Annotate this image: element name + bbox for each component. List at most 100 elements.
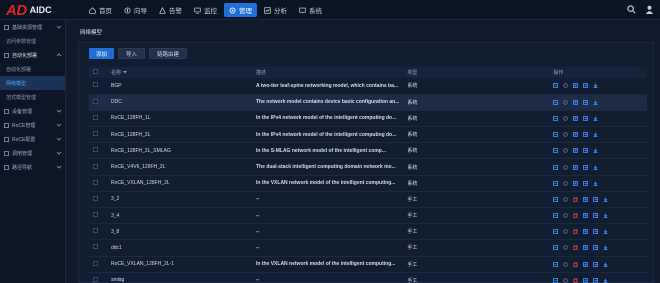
table-row[interactable]: RoCE_128FH_2L_SMLAG In the S-MLAG network… — [89, 142, 647, 160]
detail-icon[interactable] — [553, 164, 559, 170]
settings-icon[interactable] — [563, 278, 569, 283]
export-icon[interactable] — [583, 164, 589, 170]
copy-icon[interactable] — [573, 148, 579, 154]
table-row[interactable]: DDC The network model contains device bas… — [89, 94, 647, 111]
detail-icon[interactable] — [553, 132, 559, 138]
download-icon[interactable] — [603, 229, 608, 235]
delete-icon[interactable] — [573, 213, 578, 219]
export-icon[interactable] — [593, 229, 599, 235]
delete-icon[interactable] — [573, 197, 578, 202]
table-row[interactable]: RoCE_VXLAN_128FH_2L-1 In the VXLAN networ… — [89, 256, 647, 273]
add-button[interactable]: 添加 — [89, 48, 115, 59]
copy-icon[interactable] — [583, 277, 589, 283]
nav-item-2[interactable]: 告警 — [154, 3, 187, 17]
row-checkbox[interactable] — [93, 82, 98, 88]
export-icon[interactable] — [593, 245, 599, 251]
copy-icon[interactable] — [573, 164, 579, 170]
sidebar-item-4[interactable]: 网络模型 — [0, 76, 65, 90]
delete-icon[interactable] — [573, 278, 578, 283]
table-row[interactable]: RoCE_V4V6_128FH_2L The dual-stack intelli… — [89, 158, 647, 176]
detail-icon[interactable] — [553, 261, 559, 267]
nav-item-4[interactable]: 管理 — [224, 3, 257, 17]
row-checkbox[interactable] — [93, 195, 98, 201]
sidebar-item-7[interactable]: RoCE管理 — [0, 118, 65, 132]
table-row[interactable]: RoCE_128FH_2L In the IPv4 network model o… — [89, 126, 647, 144]
table-row[interactable]: smlag -- 手工 — [89, 272, 647, 283]
delete-icon[interactable] — [573, 229, 578, 235]
row-select-cell[interactable] — [89, 175, 103, 192]
settings-icon[interactable] — [563, 245, 569, 251]
row-select-cell[interactable] — [89, 142, 103, 160]
export-icon[interactable] — [593, 277, 599, 283]
copy-icon[interactable] — [573, 99, 579, 105]
detail-icon[interactable] — [553, 116, 559, 121]
header-select-all[interactable] — [89, 67, 103, 78]
delete-icon[interactable] — [573, 245, 578, 251]
row-select-cell[interactable] — [89, 223, 103, 241]
row-select-cell[interactable] — [89, 191, 103, 209]
header-name[interactable]: 名称 — [103, 67, 248, 78]
table-row[interactable]: 3_2 -- 手工 — [89, 191, 647, 209]
row-select-cell[interactable] — [89, 126, 103, 144]
nav-item-1[interactable]: 向导 — [119, 3, 152, 17]
settings-icon[interactable] — [563, 83, 569, 89]
sidebar-item-3[interactable]: 自动化部署 — [0, 62, 65, 76]
export-icon[interactable] — [593, 196, 599, 202]
table-row[interactable]: BGP A two-tier leaf-spine networking mode… — [89, 78, 647, 95]
copy-icon[interactable] — [573, 132, 579, 138]
export-icon[interactable] — [593, 261, 599, 267]
row-select-cell[interactable] — [89, 272, 103, 283]
brand-logo[interactable]: AD AIDC — [6, 2, 52, 19]
copy-icon[interactable] — [573, 180, 579, 186]
copy-icon[interactable] — [583, 213, 589, 219]
row-checkbox[interactable] — [93, 260, 98, 266]
download-icon[interactable] — [593, 148, 598, 154]
detail-icon[interactable] — [553, 213, 559, 219]
settings-icon[interactable] — [563, 229, 569, 235]
sidebar-item-0[interactable]: 基础资源管理 — [0, 20, 65, 34]
export-icon[interactable] — [583, 116, 589, 121]
table-row[interactable]: RoCE_128FH_1L In the IPv4 network model o… — [89, 110, 647, 128]
settings-icon[interactable] — [563, 148, 569, 154]
settings-icon[interactable] — [563, 261, 569, 267]
download-icon[interactable] — [593, 132, 598, 138]
lead-button[interactable]: 链路由建 — [149, 48, 188, 59]
detail-icon[interactable] — [553, 245, 559, 251]
download-icon[interactable] — [593, 165, 598, 170]
sidebar-item-8[interactable]: RoCE配置 — [0, 132, 65, 146]
row-select-cell[interactable] — [89, 94, 103, 111]
row-select-cell[interactable] — [89, 158, 103, 176]
sidebar-item-10[interactable]: 路径导航 — [0, 160, 65, 174]
settings-icon[interactable] — [563, 164, 569, 170]
sidebar-item-5[interactable]: 范式模型管理 — [0, 90, 65, 104]
sidebar-item-1[interactable]: 访问参数管理 — [0, 34, 65, 48]
settings-icon[interactable] — [563, 132, 569, 137]
nav-item-0[interactable]: 首页 — [84, 3, 117, 17]
download-icon[interactable] — [593, 181, 598, 186]
settings-icon[interactable] — [563, 100, 569, 105]
export-icon[interactable] — [583, 83, 589, 89]
table-row[interactable]: RoCE_VXLAN_128FH_2L In the VXLAN network … — [89, 175, 647, 192]
detail-icon[interactable] — [553, 277, 559, 283]
sidebar-item-9[interactable]: 调用管理 — [0, 146, 65, 160]
row-checkbox[interactable] — [93, 276, 98, 282]
row-checkbox[interactable] — [93, 131, 98, 137]
settings-icon[interactable] — [563, 116, 569, 121]
download-icon[interactable] — [593, 83, 598, 89]
table-row[interactable]: 3_4 -- 手工 — [89, 207, 647, 225]
select-all-checkbox[interactable] — [93, 69, 98, 74]
row-select-cell[interactable] — [89, 207, 103, 225]
detail-icon[interactable] — [553, 148, 559, 154]
export-icon[interactable] — [583, 132, 589, 138]
copy-icon[interactable] — [583, 261, 589, 267]
import-button[interactable]: 导入 — [118, 48, 146, 59]
search-icon[interactable] — [627, 5, 636, 14]
copy-icon[interactable] — [583, 196, 589, 202]
settings-icon[interactable] — [563, 197, 569, 202]
copy-icon[interactable] — [573, 83, 579, 89]
delete-icon[interactable] — [573, 262, 578, 267]
detail-icon[interactable] — [553, 83, 559, 89]
row-checkbox[interactable] — [93, 163, 98, 169]
row-checkbox[interactable] — [93, 98, 98, 104]
download-icon[interactable] — [593, 100, 598, 105]
